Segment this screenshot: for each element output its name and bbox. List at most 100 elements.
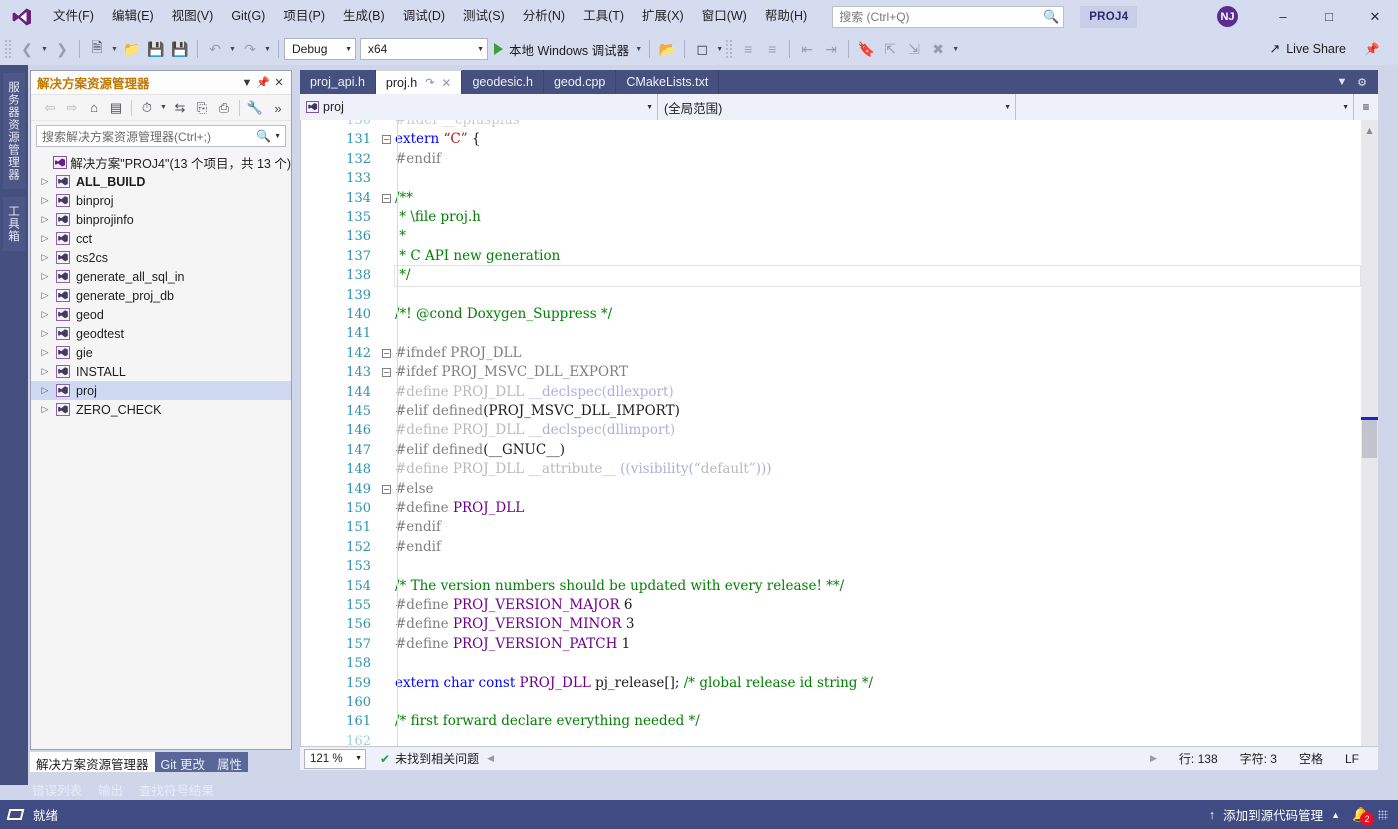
split-editor-icon[interactable]: ≡: [1357, 94, 1375, 120]
expander-icon[interactable]: ▷: [37, 328, 53, 339]
expander-icon[interactable]: ▷: [37, 233, 53, 244]
menu-window[interactable]: 窗口(W): [693, 0, 756, 33]
editor-tab-cmakelists-txt[interactable]: CMakeLists.txt: [616, 70, 720, 94]
code-line[interactable]: #else: [395, 480, 1360, 499]
global-search-input[interactable]: 搜索 (Ctrl+Q) 🔍: [832, 5, 1065, 28]
notifications-button[interactable]: 🔔 2: [1348, 805, 1374, 826]
clear-bookmarks-icon[interactable]: ✖: [926, 37, 950, 61]
code-line[interactable]: #define PROJ_DLL __declspec(dllimport): [395, 421, 1360, 440]
navbar-scope-select[interactable]: (全局范围) ▼: [658, 94, 1016, 120]
tree-row-project[interactable]: ▷ geodtest: [31, 324, 291, 343]
close-icon[interactable]: ✕: [434, 76, 451, 90]
arrow-forward-icon[interactable]: ❯: [50, 37, 74, 61]
expander-icon[interactable]: ▷: [37, 309, 53, 320]
code-line[interactable]: [395, 557, 1360, 576]
solution-platform-select[interactable]: x64 ▼: [360, 38, 488, 60]
menu-view[interactable]: 视图(V): [163, 0, 223, 33]
next-bookmark-icon[interactable]: ⇲: [902, 37, 926, 61]
toolbar-grip[interactable]: [4, 39, 12, 59]
collapse-region-icon[interactable]: −: [382, 193, 391, 203]
code-line[interactable]: #elif defined(PROJ_MSVC_DLL_IMPORT): [395, 402, 1360, 421]
toolbar-grip[interactable]: [725, 39, 734, 59]
code-line[interactable]: #endif: [395, 150, 1360, 169]
open-folder-icon[interactable]: 📁: [120, 37, 144, 61]
tree-row-project[interactable]: ▷ generate_all_sql_in: [31, 267, 291, 286]
new-project-icon[interactable]: 🗎: [85, 37, 109, 61]
code-line[interactable]: *: [395, 227, 1360, 246]
expander-icon[interactable]: ▷: [37, 366, 53, 377]
uncomment-selection-icon[interactable]: ≡: [760, 37, 784, 61]
collapse-region-icon[interactable]: −: [382, 368, 391, 378]
wrench-icon[interactable]: 🔧: [244, 97, 266, 119]
scroll-left-icon[interactable]: ◀: [487, 753, 494, 764]
gear-icon[interactable]: ⚙: [1352, 70, 1372, 94]
code-line[interactable]: * \file proj.h: [395, 208, 1360, 227]
dock-tab-output[interactable]: 输出: [90, 778, 131, 798]
code-line[interactable]: #endif: [395, 538, 1360, 557]
menu-extensions[interactable]: 扩展(X): [633, 0, 693, 33]
navbar-member-select[interactable]: ▼: [1016, 94, 1354, 120]
maximize-button[interactable]: □: [1306, 0, 1352, 33]
collapse-region-icon[interactable]: −: [382, 135, 391, 145]
outlining-margin[interactable]: − − − − −: [379, 120, 395, 746]
properties-icon[interactable]: ⎙: [213, 97, 235, 119]
code-line[interactable]: [395, 286, 1360, 305]
back-dropdown-icon[interactable]: ▼: [39, 37, 50, 61]
resize-grip[interactable]: [1378, 809, 1388, 820]
dock-tab-find-symbol-results[interactable]: 查找符号结果: [131, 778, 222, 798]
tree-row-project[interactable]: ▷ ALL_BUILD: [31, 172, 291, 191]
hot-reload-dropdown-icon[interactable]: ▼: [714, 37, 725, 61]
home-icon[interactable]: ⌂: [83, 97, 105, 119]
expander-icon[interactable]: ▷: [37, 347, 53, 358]
tree-row-project[interactable]: ▷ geod: [31, 305, 291, 324]
menu-debug[interactable]: 调试(D): [394, 0, 454, 33]
editor-tab-proj-h[interactable]: proj.h ↷ ✕: [375, 70, 463, 94]
code-line[interactable]: #define PROJ_VERSION_MINOR 3: [395, 615, 1360, 634]
expander-icon[interactable]: ▷: [37, 404, 53, 415]
increase-indent-icon[interactable]: ⇥: [819, 37, 843, 61]
menu-edit[interactable]: 编辑(E): [103, 0, 163, 33]
tree-row-project[interactable]: ▷ gie: [31, 343, 291, 362]
comment-selection-icon[interactable]: ≡: [736, 37, 760, 61]
menu-tools[interactable]: 工具(T): [574, 0, 633, 33]
code-line[interactable]: /*! @cond Doxygen_Suppress */: [395, 305, 1360, 324]
tree-row-project[interactable]: ▷ cct: [31, 229, 291, 248]
code-line[interactable]: /* first forward declare everything need…: [395, 712, 1360, 731]
minimize-button[interactable]: –: [1260, 0, 1306, 33]
expander-icon[interactable]: ▷: [37, 385, 53, 396]
live-share-button[interactable]: ↗ Live Share: [1269, 37, 1346, 61]
editor-tab-geodesic-h[interactable]: geodesic.h: [462, 70, 544, 94]
menu-project[interactable]: 项目(P): [274, 0, 334, 33]
debug-target-dropdown-icon[interactable]: ▼: [633, 37, 644, 61]
code-line[interactable]: #elif defined(__GNUC__): [395, 441, 1360, 460]
expander-icon[interactable]: ▷: [37, 195, 53, 206]
vertical-tab-server-explorer[interactable]: 服务器资源管理器: [3, 73, 25, 189]
pin-icon[interactable]: 📌: [1360, 37, 1384, 61]
chevron-down-icon[interactable]: ▼: [271, 133, 281, 140]
menu-help[interactable]: 帮助(H): [756, 0, 816, 33]
tree-row-project[interactable]: ▷ proj: [31, 381, 291, 400]
arrow-back-icon[interactable]: ❮: [15, 37, 39, 61]
code-line[interactable]: [395, 324, 1360, 343]
redo-dropdown-icon[interactable]: ▼: [262, 37, 273, 61]
code-editor[interactable]: 130 131 132 133 134 135 136 137 138 139 140 141 142 1…: [300, 120, 1378, 746]
scrollbar-thumb[interactable]: [1362, 420, 1377, 458]
code-line[interactable]: #endif: [395, 518, 1360, 537]
collapse-region-icon[interactable]: −: [382, 484, 391, 494]
undo-icon[interactable]: ↶: [203, 37, 227, 61]
expander-icon[interactable]: ▷: [37, 271, 53, 282]
pin-icon[interactable]: ↷: [417, 76, 434, 89]
code-line[interactable]: [395, 732, 1360, 746]
tree-row-project[interactable]: ▷ ZERO_CHECK: [31, 400, 291, 419]
expander-icon[interactable]: ▷: [37, 290, 53, 301]
pin-icon[interactable]: 📌: [255, 74, 271, 92]
tree-row-project[interactable]: ▷ INSTALL: [31, 362, 291, 381]
undo-dropdown-icon[interactable]: ▼: [227, 37, 238, 61]
expander-icon[interactable]: ▷: [37, 214, 53, 225]
code-line[interactable]: #define PROJ_VERSION_PATCH 1: [395, 635, 1360, 654]
solution-explorer-search-input[interactable]: 搜索解决方案资源管理器(Ctrl+;) 🔍 ▼: [36, 125, 286, 147]
overflow-icon[interactable]: »: [267, 97, 289, 119]
menu-analyze[interactable]: 分析(N): [514, 0, 574, 33]
collapse-region-icon[interactable]: −: [382, 348, 391, 358]
code-line[interactable]: #define PROJ_DLL __attribute__ ((visibil…: [395, 460, 1360, 479]
